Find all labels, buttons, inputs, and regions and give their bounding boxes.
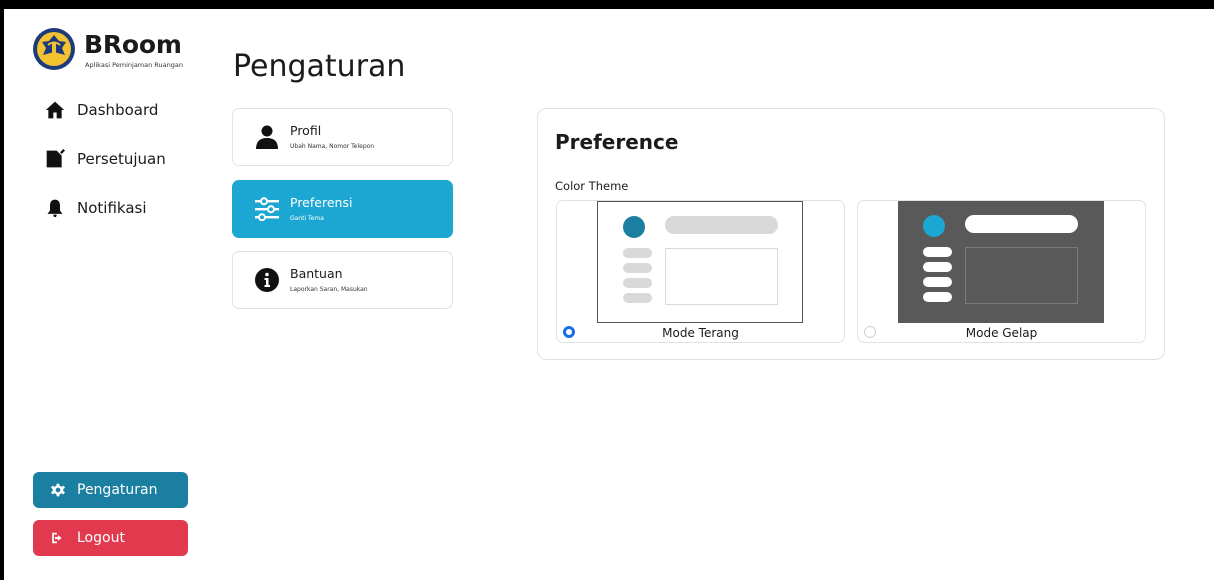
menu-item-title: Profil <box>290 123 322 138</box>
gear-icon <box>51 483 65 497</box>
sidebar-item-notifikasi[interactable]: Notifikasi <box>45 194 147 222</box>
theme-label: Mode Terang <box>662 326 739 340</box>
signature-icon <box>46 149 65 168</box>
preview-header-bar <box>665 216 778 234</box>
bell-icon <box>47 199 63 218</box>
menu-item-preferensi[interactable]: Preferensi Ganti Tema <box>232 180 453 238</box>
menu-item-title: Bantuan <box>290 266 343 281</box>
settings-button[interactable]: Pengaturan <box>33 472 188 508</box>
preview-line <box>923 247 952 257</box>
preview-content-box <box>665 248 778 305</box>
preview-avatar <box>623 216 645 238</box>
preview-avatar <box>923 215 945 237</box>
preference-title: Preference <box>555 130 679 154</box>
brand-title: BRoom <box>84 30 182 59</box>
brand-subtitle: Aplikasi Peminjaman Ruangan <box>85 61 183 69</box>
color-theme-label: Color Theme <box>555 179 629 193</box>
menu-item-subtitle: Laporkan Saran, Masukan <box>290 286 368 293</box>
menu-item-profil[interactable]: Profil Ubah Nama, Nomor Telepon <box>232 108 453 166</box>
settings-button-label: Pengaturan <box>77 482 158 498</box>
sliders-icon <box>255 197 279 221</box>
preview-line <box>623 278 652 288</box>
dark-theme-preview <box>898 201 1104 323</box>
menu-item-subtitle: Ganti Tema <box>290 215 324 222</box>
menu-item-bantuan[interactable]: Bantuan Laporkan Saran, Masukan <box>232 251 453 309</box>
app-page: BRoom Aplikasi Peminjaman Ruangan Dashbo… <box>4 9 1214 580</box>
light-theme-preview <box>597 201 803 323</box>
theme-label: Mode Gelap <box>965 326 1038 340</box>
sidebar-item-dashboard[interactable]: Dashboard <box>45 96 158 124</box>
sidebar-item-persetujuan[interactable]: Persetujuan <box>45 145 166 173</box>
preview-line <box>923 262 952 272</box>
preview-line <box>923 277 952 287</box>
logo-icon <box>33 28 75 70</box>
theme-option-dark[interactable]: Mode Gelap <box>857 200 1146 343</box>
logout-button[interactable]: Logout <box>33 520 188 556</box>
theme-option-light[interactable]: Mode Terang <box>556 200 845 343</box>
sidebar-item-label: Notifikasi <box>77 199 147 217</box>
logout-icon <box>52 532 62 544</box>
preview-content-box <box>965 247 1078 304</box>
menu-item-subtitle: Ubah Nama, Nomor Telepon <box>290 143 375 150</box>
home-icon <box>45 101 65 119</box>
preview-line <box>623 293 652 303</box>
user-icon <box>256 125 278 149</box>
page-title: Pengaturan <box>233 49 406 84</box>
sidebar-item-label: Dashboard <box>77 101 159 119</box>
info-icon <box>255 268 279 292</box>
menu-item-title: Preferensi <box>290 195 353 210</box>
preview-header-bar <box>965 215 1078 233</box>
preview-line <box>923 292 952 302</box>
preview-line <box>623 248 652 258</box>
logout-button-label: Logout <box>77 530 125 546</box>
preview-line <box>623 263 652 273</box>
sidebar-item-label: Persetujuan <box>77 150 166 168</box>
